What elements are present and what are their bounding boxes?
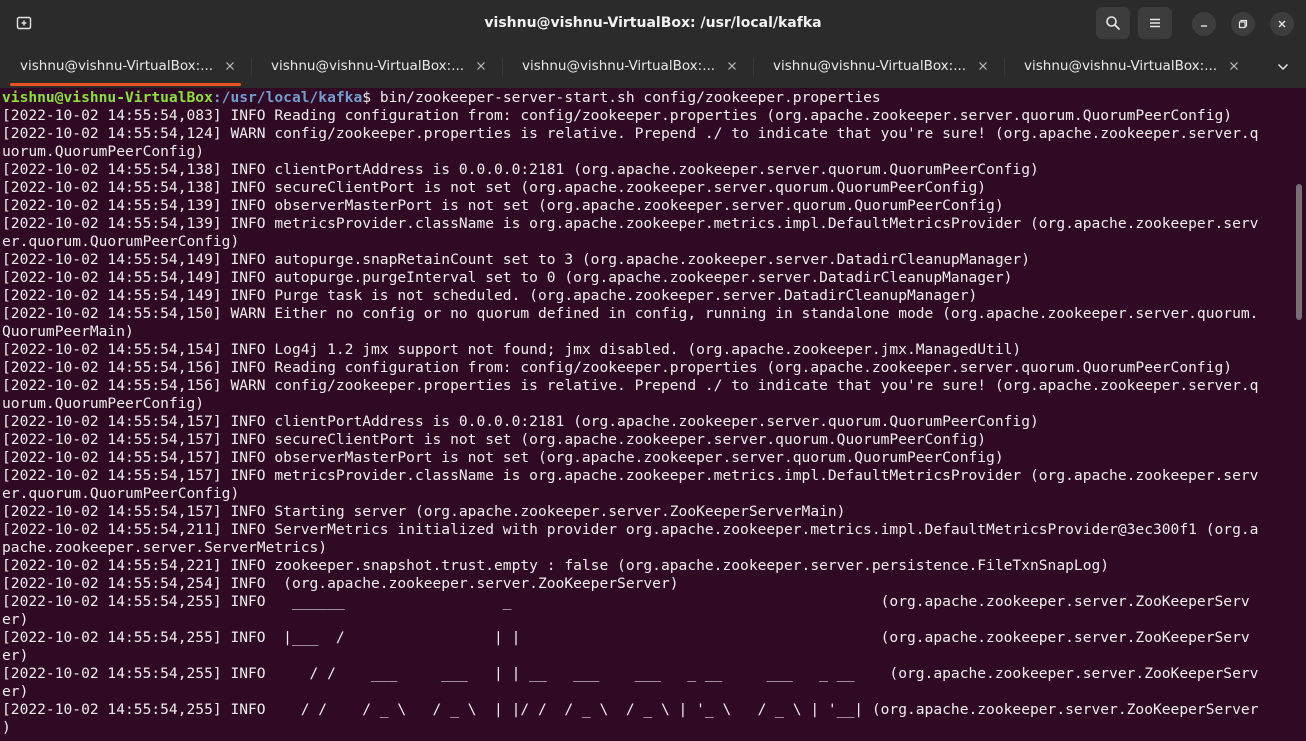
hamburger-menu-icon xyxy=(1150,18,1160,28)
terminal-line: er) xyxy=(2,611,29,628)
close-icon xyxy=(226,62,234,70)
terminal-line: [2022-10-02 14:55:54,083] INFO Reading c… xyxy=(2,107,1233,124)
tab-label: vishnu@vishnu-VirtualBox:... xyxy=(271,58,465,74)
prompt-user-host: vishnu@vishnu-VirtualBox xyxy=(2,89,213,106)
terminal-window: vishnu@vishnu-VirtualBox: /usr/local/kaf… xyxy=(0,0,1306,741)
tab-2[interactable]: vishnu@vishnu-VirtualBox:... xyxy=(251,46,502,88)
maximize-icon xyxy=(1238,19,1248,29)
active-tab-indicator xyxy=(10,83,241,86)
terminal-line: [2022-10-02 14:55:54,255] INFO |___ / | … xyxy=(2,629,1250,646)
prompt-command: bin/zookeeper-server-start.sh config/zoo… xyxy=(379,89,881,106)
tab-close-button[interactable] xyxy=(725,59,739,73)
terminal-line: pache.zookeeper.server.ServerMetrics) xyxy=(2,539,328,556)
new-tab-icon xyxy=(16,16,32,30)
terminal-line: [2022-10-02 14:55:54,138] INFO secureCli… xyxy=(2,179,987,196)
tab-label: vishnu@vishnu-VirtualBox:... xyxy=(1024,58,1218,74)
terminal-line: [2022-10-02 14:55:54,255] INFO ______ _ … xyxy=(2,593,1250,610)
prompt-path: :/usr/local/kafka xyxy=(212,89,363,106)
close-icon xyxy=(728,62,736,70)
tab-close-button[interactable] xyxy=(976,59,990,73)
minimize-icon xyxy=(1201,25,1207,27)
terminal-line: ) xyxy=(2,719,11,736)
maximize-button[interactable] xyxy=(1231,12,1255,36)
terminal-line: er) xyxy=(2,647,29,664)
tab-label: vishnu@vishnu-VirtualBox:... xyxy=(773,58,967,74)
close-button[interactable] xyxy=(1270,12,1294,36)
terminal-line: [2022-10-02 14:55:54,124] WARN config/zo… xyxy=(2,125,1259,142)
terminal-line: [2022-10-02 14:55:54,255] INFO / / ___ _… xyxy=(2,665,1259,682)
terminal-line: uorum.QuorumPeerConfig) xyxy=(2,395,205,412)
terminal-line: [2022-10-02 14:55:54,157] INFO clientPor… xyxy=(2,413,1039,430)
header-bar: vishnu@vishnu-VirtualBox: /usr/local/kaf… xyxy=(0,0,1306,46)
prompt-symbol: $ xyxy=(362,89,380,106)
terminal-line: [2022-10-02 14:55:54,139] INFO metricsPr… xyxy=(2,215,1259,232)
tab-close-button[interactable] xyxy=(474,59,488,73)
close-icon xyxy=(1278,20,1286,28)
terminal-line: [2022-10-02 14:55:54,157] INFO secureCli… xyxy=(2,431,987,448)
terminal-line: [2022-10-02 14:55:54,221] INFO zookeeper… xyxy=(2,557,1110,574)
terminal-line: [2022-10-02 14:55:54,156] WARN config/zo… xyxy=(2,377,1259,394)
terminal-line: er.quorum.QuorumPeerConfig) xyxy=(2,485,240,502)
close-icon xyxy=(477,62,485,70)
tab-4[interactable]: vishnu@vishnu-VirtualBox:... xyxy=(753,46,1004,88)
search-button[interactable] xyxy=(1096,7,1130,39)
terminal-line: [2022-10-02 14:55:54,254] INFO (org.apac… xyxy=(2,575,679,592)
terminal-line: [2022-10-02 14:55:54,255] INFO / / / _ \… xyxy=(2,701,1259,718)
main-menu-button[interactable] xyxy=(1138,7,1172,39)
terminal-line: [2022-10-02 14:55:54,139] INFO observerM… xyxy=(2,197,1004,214)
terminal-line: QuorumPeerMain) xyxy=(2,323,134,340)
tab-bar: vishnu@vishnu-VirtualBox:... vishnu@vish… xyxy=(0,46,1306,88)
terminal-line: [2022-10-02 14:55:54,156] INFO Reading c… xyxy=(2,359,1233,376)
terminal-line: uorum.QuorumPeerConfig) xyxy=(2,143,205,160)
minimize-button[interactable] xyxy=(1192,12,1216,36)
terminal-line: [2022-10-02 14:55:54,157] INFO Starting … xyxy=(2,503,846,520)
search-icon xyxy=(1106,16,1120,30)
prompt-line: vishnu@vishnu-VirtualBox:/usr/local/kafk… xyxy=(2,89,881,107)
close-icon xyxy=(979,62,987,70)
terminal-line: [2022-10-02 14:55:54,150] WARN Either no… xyxy=(2,305,1259,322)
terminal-line: [2022-10-02 14:55:54,157] INFO observerM… xyxy=(2,449,1004,466)
tab-3[interactable]: vishnu@vishnu-VirtualBox:... xyxy=(502,46,753,88)
terminal-line: [2022-10-02 14:55:54,154] INFO Log4j 1.2… xyxy=(2,341,1022,358)
terminal-line: [2022-10-02 14:55:54,149] INFO autopurge… xyxy=(2,269,1013,286)
terminal-line: [2022-10-02 14:55:54,138] INFO clientPor… xyxy=(2,161,1039,178)
terminal-line: [2022-10-02 14:55:54,211] INFO ServerMet… xyxy=(2,521,1259,538)
terminal-output[interactable]: vishnu@vishnu-VirtualBox:/usr/local/kafk… xyxy=(0,88,1306,741)
terminal-line: er) xyxy=(2,683,29,700)
tabs-dropdown-button[interactable] xyxy=(1270,55,1296,79)
tab-label: vishnu@vishnu-VirtualBox:... xyxy=(20,58,214,74)
terminal-line: er.quorum.QuorumPeerConfig) xyxy=(2,233,240,250)
terminal-scrollbar[interactable] xyxy=(1296,184,1302,320)
tab-5[interactable]: vishnu@vishnu-VirtualBox:... xyxy=(1004,46,1255,88)
chevron-down-icon xyxy=(1277,63,1289,71)
terminal-line: [2022-10-02 14:55:54,149] INFO autopurge… xyxy=(2,251,1030,268)
tab-label: vishnu@vishnu-VirtualBox:... xyxy=(522,58,716,74)
terminal-line: [2022-10-02 14:55:54,157] INFO metricsPr… xyxy=(2,467,1259,484)
tab-close-button[interactable] xyxy=(1227,59,1241,73)
new-tab-button[interactable] xyxy=(8,7,40,39)
tab-close-button[interactable] xyxy=(223,59,237,73)
close-icon xyxy=(1230,62,1238,70)
tab-1[interactable]: vishnu@vishnu-VirtualBox:... xyxy=(0,46,251,88)
terminal-line: [2022-10-02 14:55:54,149] INFO Purge tas… xyxy=(2,287,978,304)
